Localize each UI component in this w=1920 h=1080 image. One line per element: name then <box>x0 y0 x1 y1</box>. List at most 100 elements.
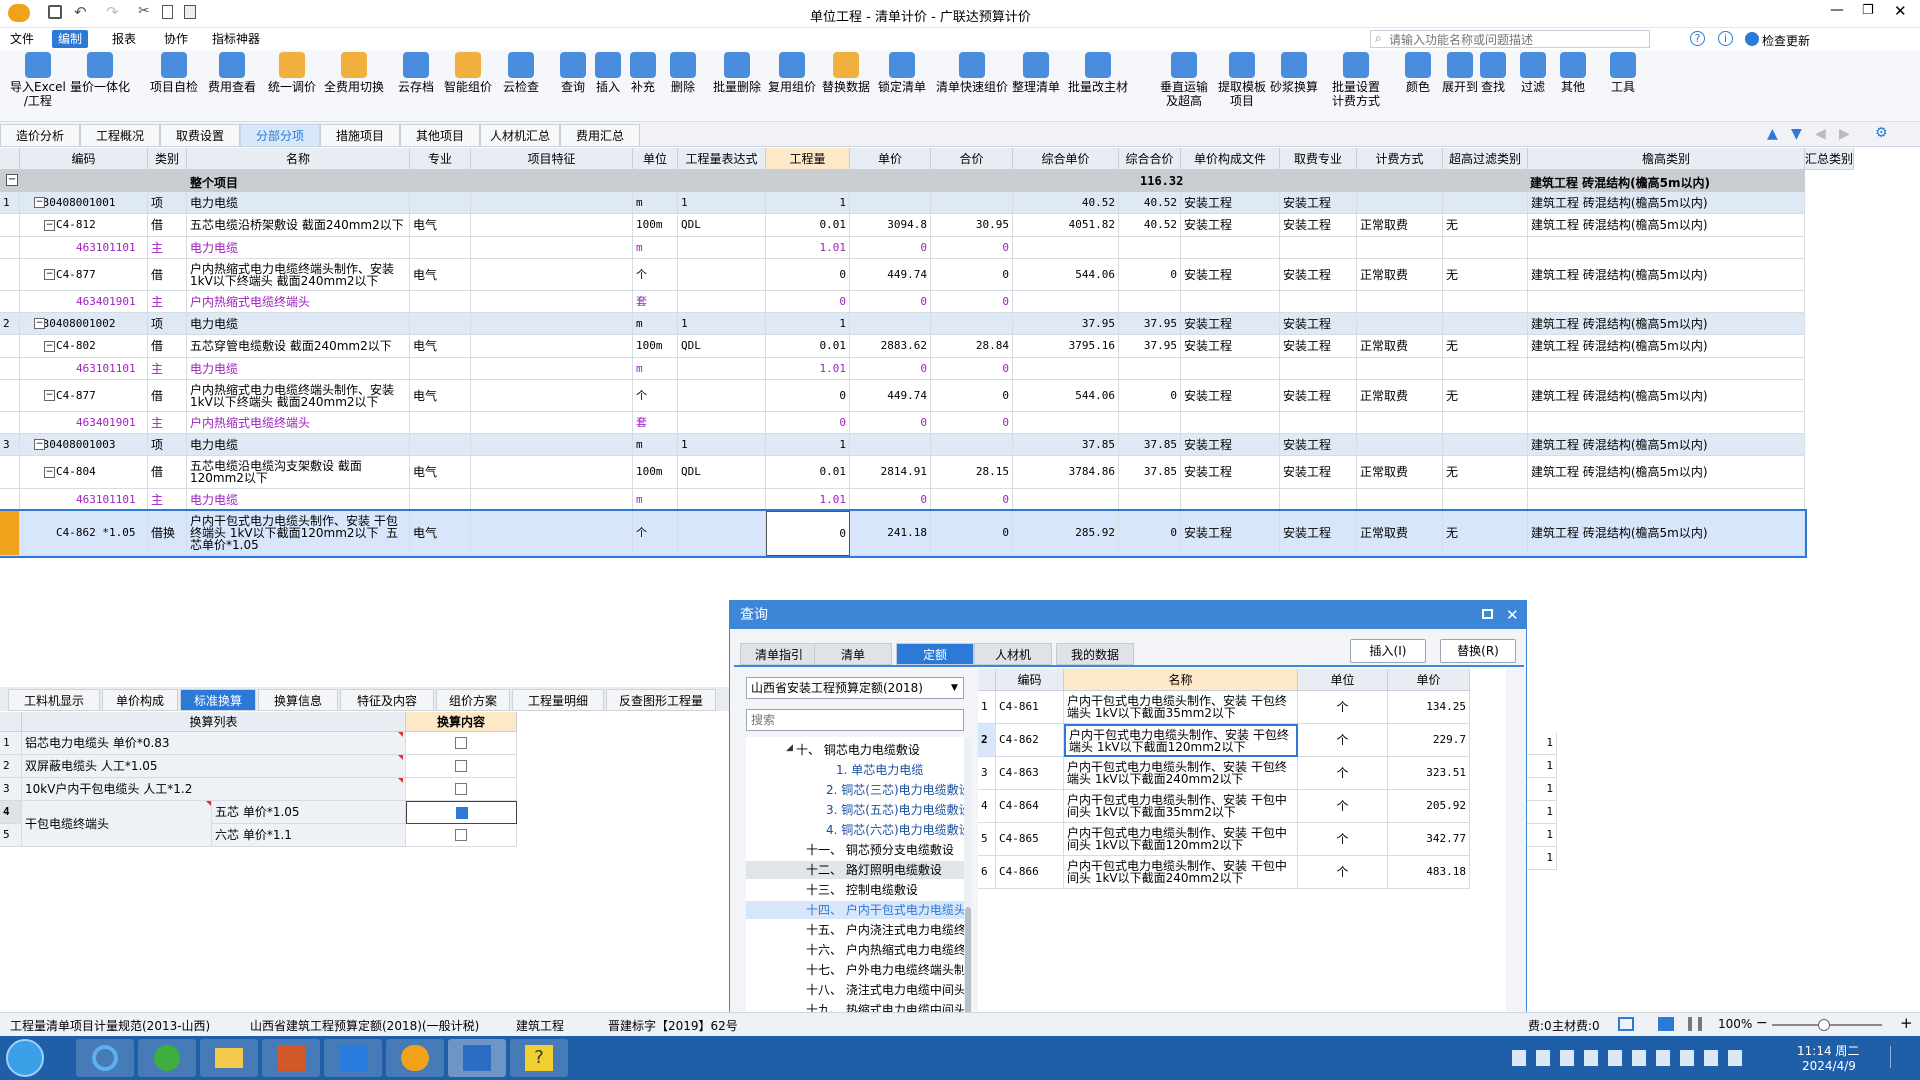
check-update-link[interactable]: 检查更新 <box>1762 32 1810 49</box>
ribbon-btn-14[interactable]: 复用组价 <box>768 52 816 94</box>
cell-name-6[interactable]: 五芯穿管电缆敷设 截面240mm2以下 <box>187 335 410 358</box>
quota-col-0[interactable]: 编码 <box>996 669 1064 691</box>
tree-toggle-icon[interactable]: − <box>34 197 45 208</box>
task-app-glodon[interactable] <box>386 1039 444 1077</box>
cell-qty-4[interactable]: 0 <box>766 291 850 313</box>
paste-icon[interactable] <box>184 5 196 19</box>
dialog-tab-2[interactable]: 定额 <box>896 643 974 665</box>
dialog-tab-0[interactable]: 清单指引 <box>740 643 818 665</box>
tab-view-5[interactable]: 其他项目 <box>400 124 480 146</box>
update-icon[interactable] <box>1745 32 1759 46</box>
col-header-9[interactable]: 合价 <box>931 148 1013 170</box>
cell-name-4[interactable]: 户内热缩式电缆终端头 <box>187 291 410 313</box>
show-desktop[interactable] <box>1890 1046 1904 1068</box>
menu-collab[interactable]: 协作 <box>158 30 194 48</box>
bottom-tab-3[interactable]: 换算信息 <box>258 689 338 711</box>
ribbon-btn-0[interactable]: 导入Excel /工程 <box>10 52 66 108</box>
col-header-6[interactable]: 工程量表达式 <box>678 148 766 170</box>
ribbon-btn-13[interactable]: 批量删除 <box>713 52 761 94</box>
minimize-icon[interactable]: — <box>1830 2 1844 18</box>
tree-toggle-icon[interactable]: − <box>44 390 55 401</box>
tree-node-4[interactable]: 4. 铜芯(六芯)电力电缆敷设 <box>746 821 964 839</box>
cell-qty-2[interactable]: 1.01 <box>766 237 850 259</box>
tree-node-8[interactable]: 十四、 户内干包式电力电缆头制... <box>746 901 964 919</box>
tab-view-0[interactable]: 造价分析 <box>0 124 80 146</box>
tree-node-0[interactable]: 十、 铜芯电力电缆敷设 <box>746 741 964 759</box>
col-header-3[interactable]: 专业 <box>410 148 471 170</box>
conv-item-2[interactable]: 10kV户内干包电缆头 人工*1.2 <box>22 778 406 801</box>
cell-name-9[interactable]: 户内热缩式电缆终端头 <box>187 412 410 434</box>
bottom-tab-5[interactable]: 组价方案 <box>436 689 510 711</box>
grid-row-2[interactable]: 463101101 主电力电缆 m 1.01 0 0 <box>0 237 1805 259</box>
redo-icon[interactable]: ↷ <box>106 3 119 21</box>
quota-name-0[interactable]: 户内干包式电力电缆头制作、安装 干包终端头 1kV以下截面35mm2以下 <box>1064 691 1298 724</box>
cell-name-5[interactable]: 电力电缆 <box>187 313 410 335</box>
dialog-close-icon[interactable]: ✕ <box>1506 601 1519 629</box>
cell-expr-3[interactable] <box>678 259 766 291</box>
grid-row-5[interactable]: 2 030408001002 项电力电缆 m 1 1 37.95 37.95 安装工程 安装工程建… <box>0 313 1805 335</box>
conv-sub-item-0[interactable]: 五芯 单价*1.05 <box>212 801 406 824</box>
cell-qty-5[interactable]: 1 <box>766 313 850 335</box>
ribbon-btn-20[interactable]: 垂直运输 及超高 <box>1160 52 1208 108</box>
save-icon[interactable] <box>48 5 62 19</box>
cell-name-12[interactable]: 电力电缆 <box>187 489 410 511</box>
checkbox-1[interactable] <box>455 760 467 772</box>
tab-view-3[interactable]: 分部分项 <box>240 124 320 146</box>
library-select[interactable]: 山西省安装工程预算定额(2018) ▼ <box>746 677 964 699</box>
ribbon-btn-25[interactable]: 展开到 <box>1442 52 1478 94</box>
col-header-17[interactable]: 汇总类别 <box>1805 148 1855 170</box>
tree-node-10[interactable]: 十六、 户内热缩式电力电缆终端... <box>746 941 964 959</box>
cell-qty-1[interactable]: 0.01 <box>766 214 850 237</box>
bottom-tab-7[interactable]: 反查图形工程量 <box>606 689 716 711</box>
ribbon-btn-12[interactable]: 删除 <box>670 52 696 94</box>
quota-code-2[interactable]: C4-863 <box>996 757 1064 790</box>
search-input[interactable] <box>1389 32 1644 47</box>
tree-node-12[interactable]: 十八、 浇注式电力电缆中间头制... <box>746 981 964 999</box>
tab-view-2[interactable]: 取费设置 <box>160 124 240 146</box>
cell-name-10[interactable]: 电力电缆 <box>187 434 410 456</box>
grid-row-10[interactable]: 3 030408001003 项电力电缆 m 1 1 37.85 37.85 安装工程 安装工程建… <box>0 434 1805 456</box>
grid-row-3[interactable]: C4-877 借户内热缩式电力电缆终端头制作、安装 1kV以下终端头 截面240m… <box>0 259 1805 291</box>
ribbon-btn-26[interactable]: 查找 <box>1480 52 1506 94</box>
grid-row-0[interactable]: 1 030408001001 项电力电缆 m 1 1 40.52 40.52 安装工程 安装工程建… <box>0 192 1805 214</box>
tree-node-2[interactable]: 2. 铜芯(三芯)电力电缆敷设 <box>746 781 964 799</box>
quota-col-1[interactable]: 名称 <box>1064 669 1298 691</box>
cell-name-1[interactable]: 五芯电缆沿桥架敷设 截面240mm2以下 <box>187 214 410 237</box>
grid-row-12[interactable]: 463101101 主电力电缆 m 1.01 0 0 <box>0 489 1805 511</box>
cell-qty-10[interactable]: 1 <box>766 434 850 456</box>
tab-view-1[interactable]: 工程概况 <box>80 124 160 146</box>
zoom-slider-thumb[interactable] <box>1818 1019 1830 1031</box>
conv-sub-item-1[interactable]: 六芯 单价*1.1 <box>212 824 406 847</box>
help-icon[interactable]: ? <box>1690 31 1705 46</box>
cell-qty-13[interactable]: 0 <box>766 511 850 556</box>
zoom-in-icon[interactable]: + <box>1900 1014 1913 1032</box>
cell-expr-6[interactable]: QDL <box>678 335 766 358</box>
bottom-tab-6[interactable]: 工程量明细 <box>512 689 604 711</box>
ribbon-btn-28[interactable]: 其他 <box>1560 52 1586 94</box>
cell-expr-9[interactable] <box>678 412 766 434</box>
collapse-icon[interactable]: − <box>6 174 18 186</box>
cell-qty-12[interactable]: 1.01 <box>766 489 850 511</box>
bottom-tab-1[interactable]: 单价构成 <box>102 689 178 711</box>
col-header-1[interactable]: 类别 <box>148 148 187 170</box>
maximize-icon[interactable] <box>1482 609 1493 619</box>
task-app-1[interactable] <box>76 1039 134 1077</box>
search-box[interactable]: ⌕ <box>1370 30 1650 48</box>
cell-qty-8[interactable]: 0 <box>766 380 850 412</box>
col-header-2[interactable]: 名称 <box>187 148 410 170</box>
grid-row-4[interactable]: 463401901 主户内热缩式电缆终端头套 0 0 0 <box>0 291 1805 313</box>
undo-icon[interactable]: ↶ <box>74 3 87 21</box>
cell-qty-11[interactable]: 0.01 <box>766 456 850 489</box>
menu-edit[interactable]: 编制 <box>52 30 89 48</box>
tree-toggle-icon[interactable]: − <box>44 340 55 352</box>
ribbon-btn-9[interactable]: 查询 <box>560 52 586 94</box>
cell-qty-7[interactable]: 1.01 <box>766 358 850 380</box>
cell-qty-9[interactable]: 0 <box>766 412 850 434</box>
conv-item-0[interactable]: 铝芯电力电缆头 单价*0.83 <box>22 732 406 755</box>
cell-expr-4[interactable] <box>678 291 766 313</box>
ribbon-btn-27[interactable]: 过滤 <box>1520 52 1546 94</box>
col-header-0[interactable]: 编码 <box>20 148 148 170</box>
insert-button[interactable]: 插入(I) <box>1350 639 1426 663</box>
tab-view-6[interactable]: 人材机汇总 <box>480 124 560 146</box>
tree-scroll-thumb[interactable] <box>965 907 971 1017</box>
